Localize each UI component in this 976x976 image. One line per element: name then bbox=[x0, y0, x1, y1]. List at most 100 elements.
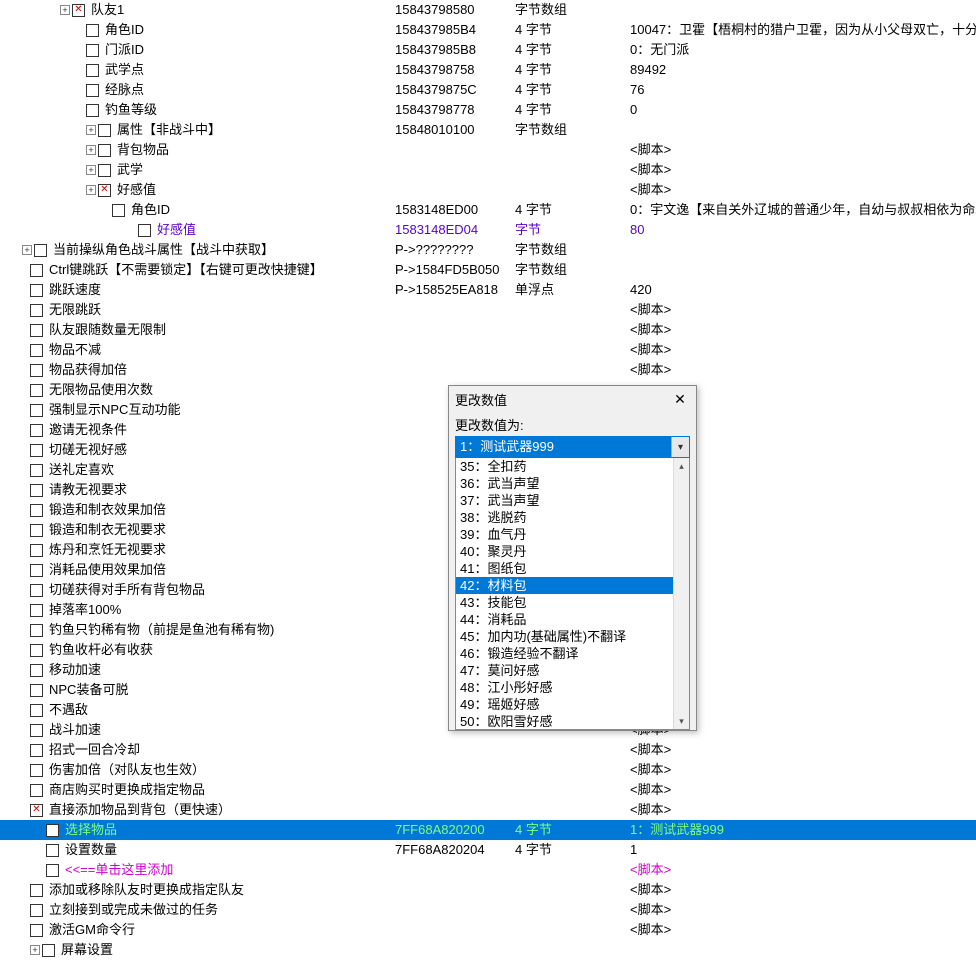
active-checkbox[interactable] bbox=[30, 624, 43, 637]
active-checkbox[interactable] bbox=[86, 64, 99, 77]
table-row[interactable]: 直接添加物品到背包（更快速）<脚本> bbox=[0, 800, 976, 820]
table-row[interactable]: 招式一回合冷却<脚本> bbox=[0, 740, 976, 760]
active-checkbox[interactable] bbox=[72, 4, 85, 17]
expand-icon[interactable]: + bbox=[30, 945, 40, 955]
active-checkbox[interactable] bbox=[86, 24, 99, 37]
expand-icon[interactable]: + bbox=[22, 245, 32, 255]
dropdown-option[interactable]: 50：欧阳雪好感 bbox=[456, 713, 689, 730]
dropdown-option[interactable]: 47：莫问好感 bbox=[456, 662, 689, 679]
active-checkbox[interactable] bbox=[30, 744, 43, 757]
active-checkbox[interactable] bbox=[30, 784, 43, 797]
table-row[interactable]: 角色ID1583148ED004 字节0：宇文逸【来自关外辽城的普通少年，自幼与… bbox=[0, 200, 976, 220]
table-row[interactable]: +屏幕设置 bbox=[0, 940, 976, 960]
active-checkbox[interactable] bbox=[98, 144, 111, 157]
active-checkbox[interactable] bbox=[30, 444, 43, 457]
dropdown-option[interactable]: 35：全扣药 bbox=[456, 458, 689, 475]
active-checkbox[interactable] bbox=[46, 824, 59, 837]
dropdown-option[interactable]: 46：锻造经验不翻译 bbox=[456, 645, 689, 662]
active-checkbox[interactable] bbox=[30, 564, 43, 577]
table-row[interactable]: 物品不减<脚本> bbox=[0, 340, 976, 360]
active-checkbox[interactable] bbox=[30, 704, 43, 717]
active-checkbox[interactable] bbox=[42, 944, 55, 957]
table-row[interactable]: 无限跳跃<脚本> bbox=[0, 300, 976, 320]
expand-icon[interactable]: + bbox=[86, 145, 96, 155]
active-checkbox[interactable] bbox=[30, 304, 43, 317]
active-checkbox[interactable] bbox=[30, 924, 43, 937]
dropdown-option[interactable]: 49：瑶姬好感 bbox=[456, 696, 689, 713]
active-checkbox[interactable] bbox=[30, 904, 43, 917]
active-checkbox[interactable] bbox=[30, 544, 43, 557]
scroll-down-icon[interactable]: ▾ bbox=[674, 713, 689, 729]
table-row[interactable]: 立刻接到或完成未做过的任务<脚本> bbox=[0, 900, 976, 920]
table-row[interactable]: 门派ID158437985B84 字节0：无门派 bbox=[0, 40, 976, 60]
active-checkbox[interactable] bbox=[138, 224, 151, 237]
active-checkbox[interactable] bbox=[34, 244, 47, 257]
active-checkbox[interactable] bbox=[30, 884, 43, 897]
active-checkbox[interactable] bbox=[30, 464, 43, 477]
active-checkbox[interactable] bbox=[30, 584, 43, 597]
dropdown-option[interactable]: 38：逃脱药 bbox=[456, 509, 689, 526]
table-row[interactable]: +好感值<脚本> bbox=[0, 180, 976, 200]
dropdown-option[interactable]: 41：图纸包 bbox=[456, 560, 689, 577]
table-row[interactable]: 选择物品7FF68A8202004 字节1：测试武器999 bbox=[0, 820, 976, 840]
active-checkbox[interactable] bbox=[30, 664, 43, 677]
active-checkbox[interactable] bbox=[30, 424, 43, 437]
table-row[interactable]: 武学点158437987584 字节89492 bbox=[0, 60, 976, 80]
active-checkbox[interactable] bbox=[30, 504, 43, 517]
active-checkbox[interactable] bbox=[86, 44, 99, 57]
active-checkbox[interactable] bbox=[98, 124, 111, 137]
active-checkbox[interactable] bbox=[30, 804, 43, 817]
table-row[interactable]: 经脉点1584379875C4 字节76 bbox=[0, 80, 976, 100]
value-combobox[interactable]: 1：测试武器999 ▾ bbox=[455, 436, 690, 458]
active-checkbox[interactable] bbox=[30, 524, 43, 537]
table-row[interactable]: Ctrl键跳跃【不需要锁定】【右键可更改快捷键】P->1584FD5B050字节… bbox=[0, 260, 976, 280]
dropdown-option[interactable]: 36：武当声望 bbox=[456, 475, 689, 492]
table-row[interactable]: +队友115843798580字节数组 bbox=[0, 0, 976, 20]
active-checkbox[interactable] bbox=[30, 324, 43, 337]
active-checkbox[interactable] bbox=[30, 644, 43, 657]
table-row[interactable]: 添加或移除队友时更换成指定队友<脚本> bbox=[0, 880, 976, 900]
table-row[interactable]: +当前操纵角色战斗属性【战斗中获取】P->????????字节数组 bbox=[0, 240, 976, 260]
expand-icon[interactable]: + bbox=[86, 185, 96, 195]
table-row[interactable]: 商店购买时更换成指定物品<脚本> bbox=[0, 780, 976, 800]
table-row[interactable]: 好感值1583148ED04字节80 bbox=[0, 220, 976, 240]
dropdown-option[interactable]: 37：武当声望 bbox=[456, 492, 689, 509]
table-row[interactable]: 队友跟随数量无限制<脚本> bbox=[0, 320, 976, 340]
expand-icon[interactable]: + bbox=[86, 125, 96, 135]
active-checkbox[interactable] bbox=[112, 204, 125, 217]
dropdown-option[interactable]: 45：加内功(基础属性)不翻译 bbox=[456, 628, 689, 645]
table-row[interactable]: <<==单击这里添加<脚本> bbox=[0, 860, 976, 880]
active-checkbox[interactable] bbox=[30, 724, 43, 737]
table-row[interactable]: 伤害加倍（对队友也生效）<脚本> bbox=[0, 760, 976, 780]
active-checkbox[interactable] bbox=[98, 184, 111, 197]
table-row[interactable]: +属性【非战斗中】15848010100字节数组 bbox=[0, 120, 976, 140]
active-checkbox[interactable] bbox=[30, 284, 43, 297]
table-row[interactable]: 设置数量7FF68A8202044 字节1 bbox=[0, 840, 976, 860]
active-checkbox[interactable] bbox=[46, 844, 59, 857]
dropdown-option[interactable]: 48：江小彤好感 bbox=[456, 679, 689, 696]
active-checkbox[interactable] bbox=[46, 864, 59, 877]
expand-icon[interactable]: + bbox=[60, 5, 70, 15]
active-checkbox[interactable] bbox=[30, 264, 43, 277]
dropdown-option[interactable]: 39：血气丹 bbox=[456, 526, 689, 543]
close-icon[interactable]: ✕ bbox=[670, 391, 690, 408]
table-row[interactable]: 激活GM命令行<脚本> bbox=[0, 920, 976, 940]
active-checkbox[interactable] bbox=[86, 84, 99, 97]
table-row[interactable]: +武学<脚本> bbox=[0, 160, 976, 180]
dropdown-option[interactable]: 43：技能包 bbox=[456, 594, 689, 611]
table-row[interactable]: 角色ID158437985B44 字节10047：卫霍【梧桐村的猎户卫霍，因为从… bbox=[0, 20, 976, 40]
active-checkbox[interactable] bbox=[30, 764, 43, 777]
active-checkbox[interactable] bbox=[98, 164, 111, 177]
active-checkbox[interactable] bbox=[30, 484, 43, 497]
active-checkbox[interactable] bbox=[30, 344, 43, 357]
active-checkbox[interactable] bbox=[30, 364, 43, 377]
active-checkbox[interactable] bbox=[30, 684, 43, 697]
table-row[interactable]: 钓鱼等级158437987784 字节0 bbox=[0, 100, 976, 120]
dropdown-option[interactable]: 42：材料包 bbox=[456, 577, 689, 594]
dropdown-option[interactable]: 40：聚灵丹 bbox=[456, 543, 689, 560]
active-checkbox[interactable] bbox=[30, 404, 43, 417]
active-checkbox[interactable] bbox=[30, 604, 43, 617]
scroll-up-icon[interactable]: ▴ bbox=[674, 458, 689, 474]
table-row[interactable]: 物品获得加倍<脚本> bbox=[0, 360, 976, 380]
active-checkbox[interactable] bbox=[86, 104, 99, 117]
